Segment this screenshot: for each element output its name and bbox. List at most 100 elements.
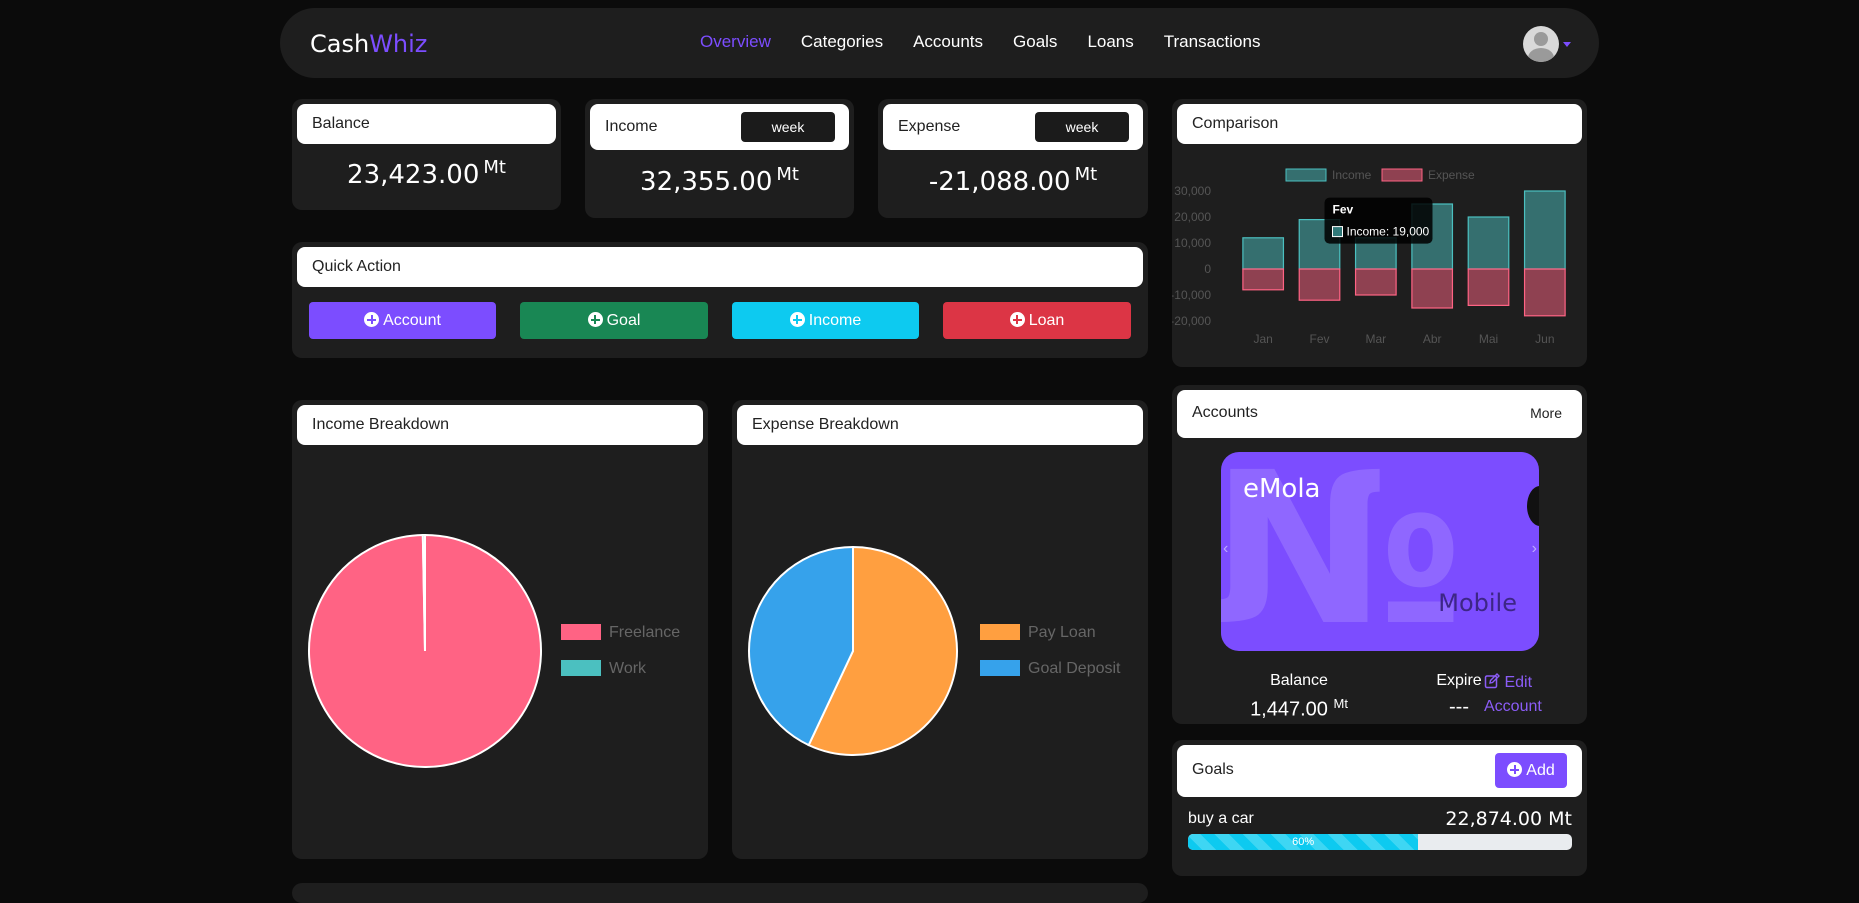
chevron-down-icon[interactable] [1563,42,1571,47]
income-value: 32,355.00 [640,167,773,197]
expense-period-button[interactable]: week [1035,112,1129,142]
y-tick-label: -20,000 [1172,314,1211,328]
bar-expense-mai[interactable] [1467,268,1510,307]
account-card-name: eMola [1243,474,1321,504]
bar-expense-jun[interactable] [1523,268,1566,317]
legend-item-work[interactable]: Work [561,660,646,678]
nav-links: Overview Categories Accounts Goals Loans… [700,32,1260,52]
accounts-title: Accounts [1192,404,1258,421]
goals-card: Goals Add buy a car 22,874.00 Mt [1172,740,1587,876]
income-title: Income [605,118,658,135]
add-income-button[interactable]: Income [732,302,919,339]
edit-account-link[interactable]: Edit Account [1484,671,1542,719]
legend-item-freelance[interactable]: Freelance [561,624,680,642]
expense-card: Expense week -21,088.00 Mt [878,99,1148,218]
goal-amount: 22,874.00 Mt [1445,808,1572,830]
expense-title: Expense [898,118,961,135]
accounts-more-button[interactable]: More [1530,405,1562,421]
bar-expense-mar[interactable] [1354,268,1397,296]
edit-icon [1484,673,1500,689]
add-account-label: Account [383,312,441,329]
account-card-type: Mobile [1438,589,1517,617]
quick-action-header: Quick Action [297,247,1143,287]
nav-loans[interactable]: Loans [1087,32,1133,52]
bar-expense-jan[interactable] [1242,268,1285,291]
chevron-right-icon[interactable]: › [1532,540,1537,558]
legend-label-expense: Expense [1428,168,1475,182]
add-goal-label: Goal [606,312,641,329]
y-tick-label: 0 [1204,262,1211,276]
income-unit: Mt [776,164,799,185]
nav-categories[interactable]: Categories [801,32,883,52]
legend-swatch [980,660,1020,676]
bar-expense-fev[interactable] [1298,268,1341,301]
tooltip-label: Income: 19,000 [1347,225,1430,239]
top-navbar: CashWhiz Overview Categories Accounts Go… [280,8,1599,78]
legend-item-pay-loan[interactable]: Pay Loan [980,624,1096,642]
expense-breakdown-header: Expense Breakdown [737,405,1143,445]
add-goal-button[interactable]: Goal [520,302,708,339]
legend-label: Freelance [609,624,681,641]
bar-expense-abr[interactable] [1411,268,1454,309]
account-balance-value: 1,447.00 [1250,698,1328,721]
quick-action-title: Quick Action [312,258,401,275]
avatar-head-shape [1534,32,1548,46]
plus-circle-icon [364,312,380,327]
edit-account-line2: Account [1484,698,1542,715]
expense-breakdown-card: Expense Breakdown Pay Loan Goal Deposit [732,400,1148,859]
income-period-button[interactable]: week [741,112,835,142]
account-card-emola[interactable]: № eMola Mobile ‹ › [1221,452,1539,651]
comparison-title: Comparison [1192,115,1279,132]
x-tick-label: Abr [1423,332,1442,346]
comparison-card: Comparison Income Expense 30,000 20,000 10,0… [1172,99,1587,367]
x-tick-label: Jan [1253,332,1272,346]
expense-breakdown-title: Expense Breakdown [752,416,899,433]
income-breakdown-header: Income Breakdown [297,405,703,445]
balance-unit: Mt [483,157,506,178]
nav-overview[interactable]: Overview [700,32,771,52]
legend-item-goal-deposit[interactable]: Goal Deposit [980,660,1121,678]
goals-header: Goals Add [1177,745,1582,797]
expense-unit: Mt [1074,164,1098,185]
avatar-body-shape [1528,48,1554,62]
legend-swatch [561,660,601,676]
plus-circle-icon [587,312,603,327]
x-tick-label: Jun [1535,332,1554,346]
balance-title: Balance [312,115,370,132]
legend-label: Work [609,660,647,677]
legend-label: Goal Deposit [1028,660,1121,677]
add-goal-small-label: Add [1526,762,1555,779]
user-avatar[interactable] [1523,26,1559,62]
x-tick-label: Mar [1365,332,1386,346]
add-loan-button[interactable]: Loan [943,302,1131,339]
accounts-header: Accounts More [1177,390,1582,438]
add-account-button[interactable]: Account [309,302,496,339]
nav-goals[interactable]: Goals [1013,32,1057,52]
income-card-header: Income week [590,104,849,150]
legend-swatch-expense [1381,168,1423,182]
bar-income-jan[interactable] [1242,237,1285,270]
bar-income-mai[interactable] [1467,216,1510,270]
brand-name-part2: Whiz [369,30,428,58]
balance-value-wrap: 23,423.00 Mt [292,157,561,190]
x-tick-label: Fev [1309,332,1329,346]
brand-logo[interactable]: CashWhiz [310,30,427,58]
income-breakdown-card: Income Breakdown Freelance Work [292,400,708,859]
income-value-wrap: 32,355.00 Mt [585,164,854,197]
add-goal-small-button[interactable]: Add [1495,753,1567,788]
income-pie-chart [308,533,542,768]
legend-swatch [561,624,601,640]
edit-account-line1: Edit [1504,674,1533,691]
bar-income-jun[interactable] [1523,190,1566,270]
income-card: Income week 32,355.00 Mt [585,99,854,218]
expense-value-wrap: -21,088.00 Mt [878,164,1148,197]
nav-transactions[interactable]: Transactions [1164,32,1261,52]
x-tick-label: Mai [1479,332,1498,346]
add-loan-label: Loan [1028,312,1065,329]
add-income-label: Income [808,312,862,329]
legend-label-income: Income [1332,168,1372,182]
bar-legend: Income Expense [1285,168,1475,182]
nav-accounts[interactable]: Accounts [913,32,983,52]
chevron-left-icon[interactable]: ‹ [1223,540,1228,558]
lower-card-partial [292,883,1148,903]
